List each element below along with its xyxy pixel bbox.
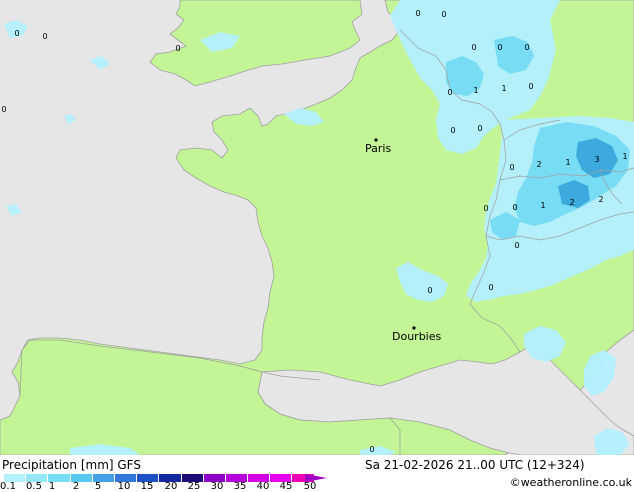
precip-value: 3 — [594, 155, 600, 164]
precip-value: 0 — [175, 44, 181, 53]
precip-value: 0 — [1, 105, 7, 114]
precip-value: 0 — [514, 241, 520, 250]
precip-value: 1 — [540, 201, 546, 210]
precip-value: 0 — [524, 43, 530, 52]
precip-value: 0 — [415, 9, 421, 18]
legend-tick-label: 35 — [233, 481, 247, 492]
legend-tick-label: 45 — [279, 481, 293, 492]
map-canvas — [0, 0, 634, 455]
precip-value: 1 — [565, 158, 571, 167]
precip-value: 0 — [42, 32, 48, 41]
legend-tick-label: 10 — [117, 481, 131, 492]
precip-value: 0 — [369, 445, 375, 454]
legend-tick-label: 0.1 — [0, 481, 16, 492]
precip-value: 2 — [598, 195, 604, 204]
legend-tick-label: 40 — [256, 481, 270, 492]
legend-tick-label: 25 — [187, 481, 201, 492]
precipitation-map: Paris Dourbies 0 0 0 0 0 0 0 0 0 1 1 0 0… — [0, 0, 634, 455]
precip-value: 1 — [473, 86, 479, 95]
legend-tick-label: 50 — [303, 481, 317, 492]
precip-value: 1 — [501, 84, 507, 93]
precip-value: 2 — [536, 160, 542, 169]
legend-tick-label: 20 — [164, 481, 178, 492]
precip-value: 0 — [488, 283, 494, 292]
precip-value: 0 — [471, 43, 477, 52]
legend-tick-label: 15 — [140, 481, 154, 492]
city-label-dourbies: Dourbies — [392, 330, 442, 343]
legend-tick-label: 5 — [94, 481, 102, 492]
precip-value: 0 — [497, 43, 503, 52]
precip-value: 2 — [569, 198, 575, 207]
city-label-paris: Paris — [365, 142, 392, 155]
precip-value: 0 — [441, 10, 447, 19]
legend-tick-label: 1 — [48, 481, 56, 492]
precip-value: 0 — [528, 82, 534, 91]
precip-value: 0 — [509, 163, 515, 172]
precip-value: 0 — [512, 203, 518, 212]
precip-value: 0 — [447, 88, 453, 97]
legend-tick-label: 30 — [210, 481, 224, 492]
precip-value: 0 — [477, 124, 483, 133]
precip-value: 0 — [483, 204, 489, 213]
legend-tick-label: 0.5 — [26, 481, 42, 492]
precip-value: 0 — [450, 126, 456, 135]
map-title: Precipitation [mm] GFS — [2, 458, 141, 472]
precip-value: 0 — [14, 29, 20, 38]
credit-text: ©weatheronline.co.uk — [509, 476, 632, 489]
forecast-datetime: Sa 21-02-2026 21..00 UTC (12+324) — [365, 458, 585, 472]
legend-tick-label: 2 — [72, 481, 80, 492]
precip-value: 0 — [427, 286, 433, 295]
precip-value: 1 — [622, 152, 628, 161]
